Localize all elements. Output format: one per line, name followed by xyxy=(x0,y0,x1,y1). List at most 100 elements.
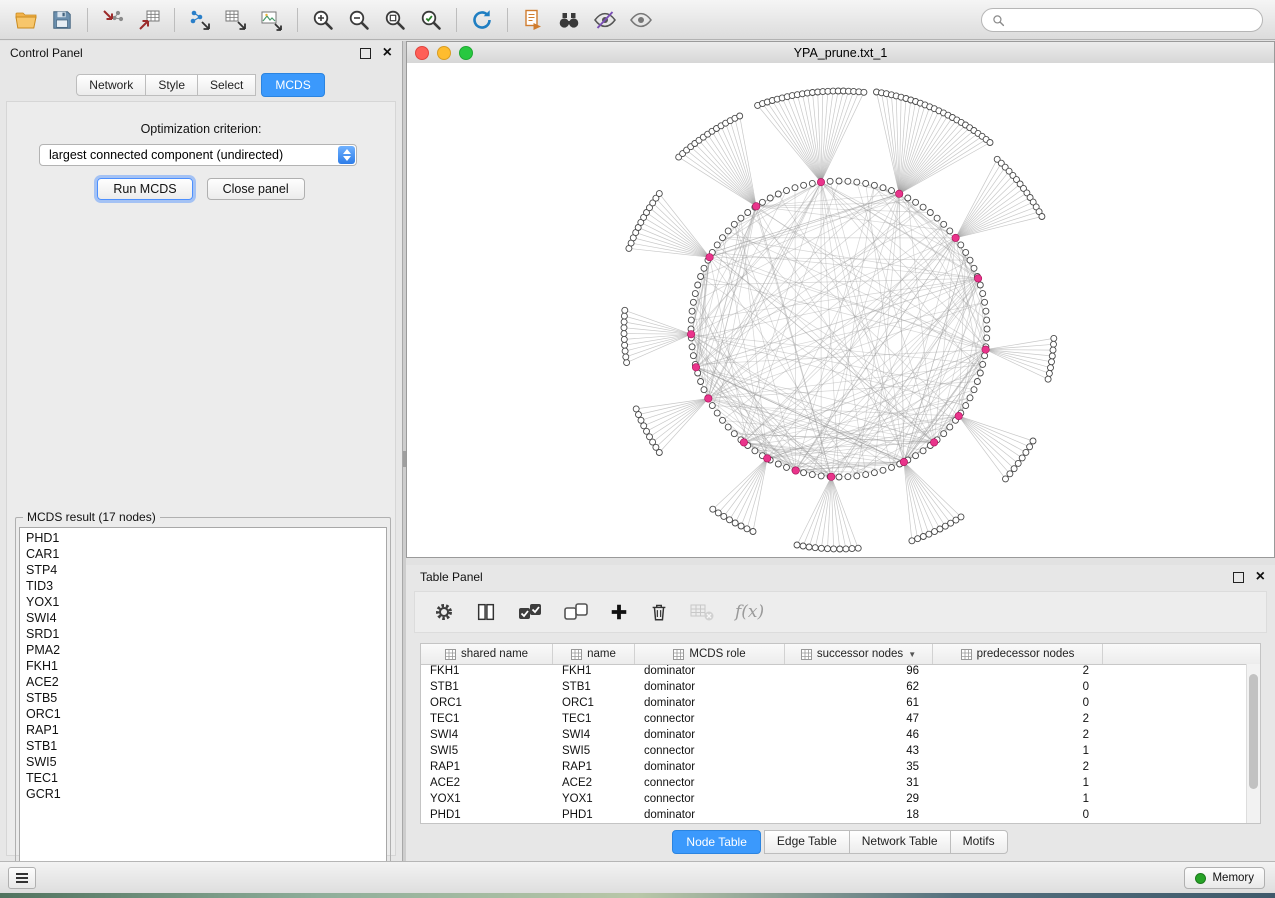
table-row[interactable]: TEC1TEC1connector472 xyxy=(421,712,1247,728)
close-table-panel-icon[interactable]: × xyxy=(1256,572,1265,582)
column-header-successor-nodes[interactable]: successor nodes▼ xyxy=(785,644,933,664)
mcds-result-item[interactable]: FKH1 xyxy=(20,658,386,674)
table-row[interactable]: RAP1RAP1dominator352 xyxy=(421,760,1247,776)
table-row[interactable]: YOX1YOX1connector291 xyxy=(421,792,1247,808)
table-cell: 1 xyxy=(933,744,1103,760)
column-header-predecessor-nodes[interactable]: predecessor nodes xyxy=(933,644,1103,664)
memory-button[interactable]: Memory xyxy=(1184,867,1265,889)
mcds-result-item[interactable]: SWI4 xyxy=(20,610,386,626)
mcds-result-item[interactable]: PHD1 xyxy=(20,530,386,546)
mcds-result-item[interactable]: TID3 xyxy=(20,578,386,594)
scrollbar-thumb[interactable] xyxy=(1249,674,1258,789)
mcds-result-item[interactable]: SRD1 xyxy=(20,626,386,642)
mcds-result-item[interactable]: ORC1 xyxy=(20,706,386,722)
export-network-icon[interactable] xyxy=(182,4,218,36)
import-network-icon[interactable] xyxy=(95,4,131,36)
settings-gear-icon[interactable] xyxy=(433,601,455,623)
column-header-name[interactable]: name xyxy=(553,644,635,664)
tab-network[interactable]: Network xyxy=(76,74,146,96)
select-all-icon[interactable] xyxy=(517,601,543,623)
close-panel-button[interactable]: Close panel xyxy=(207,178,305,200)
tab-motifs[interactable]: Motifs xyxy=(950,830,1008,854)
mcds-result-item[interactable]: STP4 xyxy=(20,562,386,578)
export-table-icon[interactable] xyxy=(218,4,254,36)
float-panel-icon[interactable] xyxy=(360,48,371,59)
table-cell: FKH1 xyxy=(553,664,635,680)
table-row[interactable]: STB1STB1dominator620 xyxy=(421,680,1247,696)
column-layout-icon[interactable] xyxy=(475,601,497,623)
table-cell: 0 xyxy=(933,696,1103,712)
tab-edge-table[interactable]: Edge Table xyxy=(764,830,850,854)
tab-network-table[interactable]: Network Table xyxy=(849,830,951,854)
mcds-result-item[interactable]: PMA2 xyxy=(20,642,386,658)
criterion-selected-value: largest connected component (undirected) xyxy=(49,148,283,162)
refresh-icon[interactable] xyxy=(464,4,500,36)
table-row[interactable]: SWI4SWI4dominator462 xyxy=(421,728,1247,744)
mcds-result-item[interactable]: TEC1 xyxy=(20,770,386,786)
network-canvas[interactable] xyxy=(407,63,1274,557)
table-row[interactable]: FKH1FKH1dominator962 xyxy=(421,664,1247,680)
table-cell: 18 xyxy=(785,808,933,823)
graph-leaf-nodes[interactable] xyxy=(621,88,1057,552)
table-cell: 35 xyxy=(785,760,933,776)
table-cell: SWI4 xyxy=(553,728,635,744)
zoom-fit-icon[interactable] xyxy=(377,4,413,36)
search-icon xyxy=(992,14,1005,27)
close-panel-icon[interactable]: × xyxy=(383,48,392,58)
panel-menu-button[interactable] xyxy=(8,867,36,889)
mcds-result-item[interactable]: CAR1 xyxy=(20,546,386,562)
mcds-tab-content: Optimization criterion: largest connecte… xyxy=(6,101,396,856)
mcds-result-item[interactable]: SWI5 xyxy=(20,754,386,770)
eye-icon[interactable] xyxy=(623,4,659,36)
toolbar-separator xyxy=(174,8,175,32)
mcds-result-list[interactable]: PHD1CAR1STP4TID3YOX1SWI4SRD1PMA2FKH1ACE2… xyxy=(19,527,387,872)
tab-style[interactable]: Style xyxy=(145,74,198,96)
zoom-out-icon[interactable] xyxy=(341,4,377,36)
table-row[interactable]: ORC1ORC1dominator610 xyxy=(421,696,1247,712)
mcds-result-item[interactable]: ACE2 xyxy=(20,674,386,690)
tab-select[interactable]: Select xyxy=(197,74,256,96)
table-cell: 96 xyxy=(785,664,933,680)
mcds-result-item[interactable]: STB1 xyxy=(20,738,386,754)
column-header-shared-name[interactable]: shared name xyxy=(421,644,553,664)
table-cell: 61 xyxy=(785,696,933,712)
mcds-result-item[interactable]: YOX1 xyxy=(20,594,386,610)
export-image-icon[interactable] xyxy=(254,4,290,36)
table-cell: FKH1 xyxy=(421,664,553,680)
table-cell: ACE2 xyxy=(553,776,635,792)
table-row[interactable]: SWI5SWI5connector431 xyxy=(421,744,1247,760)
table-cell: 1 xyxy=(933,776,1103,792)
mcds-result-item[interactable]: STB5 xyxy=(20,690,386,706)
table-row[interactable]: PHD1PHD1dominator180 xyxy=(421,808,1247,823)
add-column-icon[interactable] xyxy=(609,602,629,622)
copy-share-icon[interactable] xyxy=(515,4,551,36)
binoculars-icon[interactable] xyxy=(551,4,587,36)
run-mcds-button[interactable]: Run MCDS xyxy=(97,178,192,200)
float-table-panel-icon[interactable] xyxy=(1233,572,1244,583)
mcds-result-item[interactable]: RAP1 xyxy=(20,722,386,738)
network-window-titlebar[interactable]: YPA_prune.txt_1 xyxy=(407,42,1274,64)
eye-slash-icon[interactable] xyxy=(587,4,623,36)
column-header-mcds-role[interactable]: MCDS role xyxy=(635,644,785,664)
open-folder-icon[interactable] xyxy=(8,4,44,36)
table-cell: STB1 xyxy=(553,680,635,696)
table-row[interactable]: ACE2ACE2connector311 xyxy=(421,776,1247,792)
tab-node-table[interactable]: Node Table xyxy=(672,830,761,854)
import-table-icon[interactable] xyxy=(131,4,167,36)
table-cell: RAP1 xyxy=(553,760,635,776)
network-graph[interactable] xyxy=(407,63,1274,557)
search-box xyxy=(981,8,1263,32)
node-table: shared namenameMCDS rolesuccessor nodes▼… xyxy=(420,643,1261,824)
deselect-all-icon[interactable] xyxy=(563,601,589,623)
mcds-result-item[interactable]: GCR1 xyxy=(20,786,386,802)
delete-rows-icon[interactable] xyxy=(649,601,669,623)
table-scrollbar[interactable] xyxy=(1246,664,1260,823)
search-input[interactable] xyxy=(1011,12,1252,28)
tab-mcds[interactable]: MCDS xyxy=(261,73,324,97)
table-cell: STB1 xyxy=(421,680,553,696)
zoom-in-icon[interactable] xyxy=(305,4,341,36)
save-icon[interactable] xyxy=(44,4,80,36)
zoom-selected-icon[interactable] xyxy=(413,4,449,36)
memory-status-icon xyxy=(1195,873,1206,884)
optimization-criterion-select[interactable]: largest connected component (undirected) xyxy=(39,144,357,166)
